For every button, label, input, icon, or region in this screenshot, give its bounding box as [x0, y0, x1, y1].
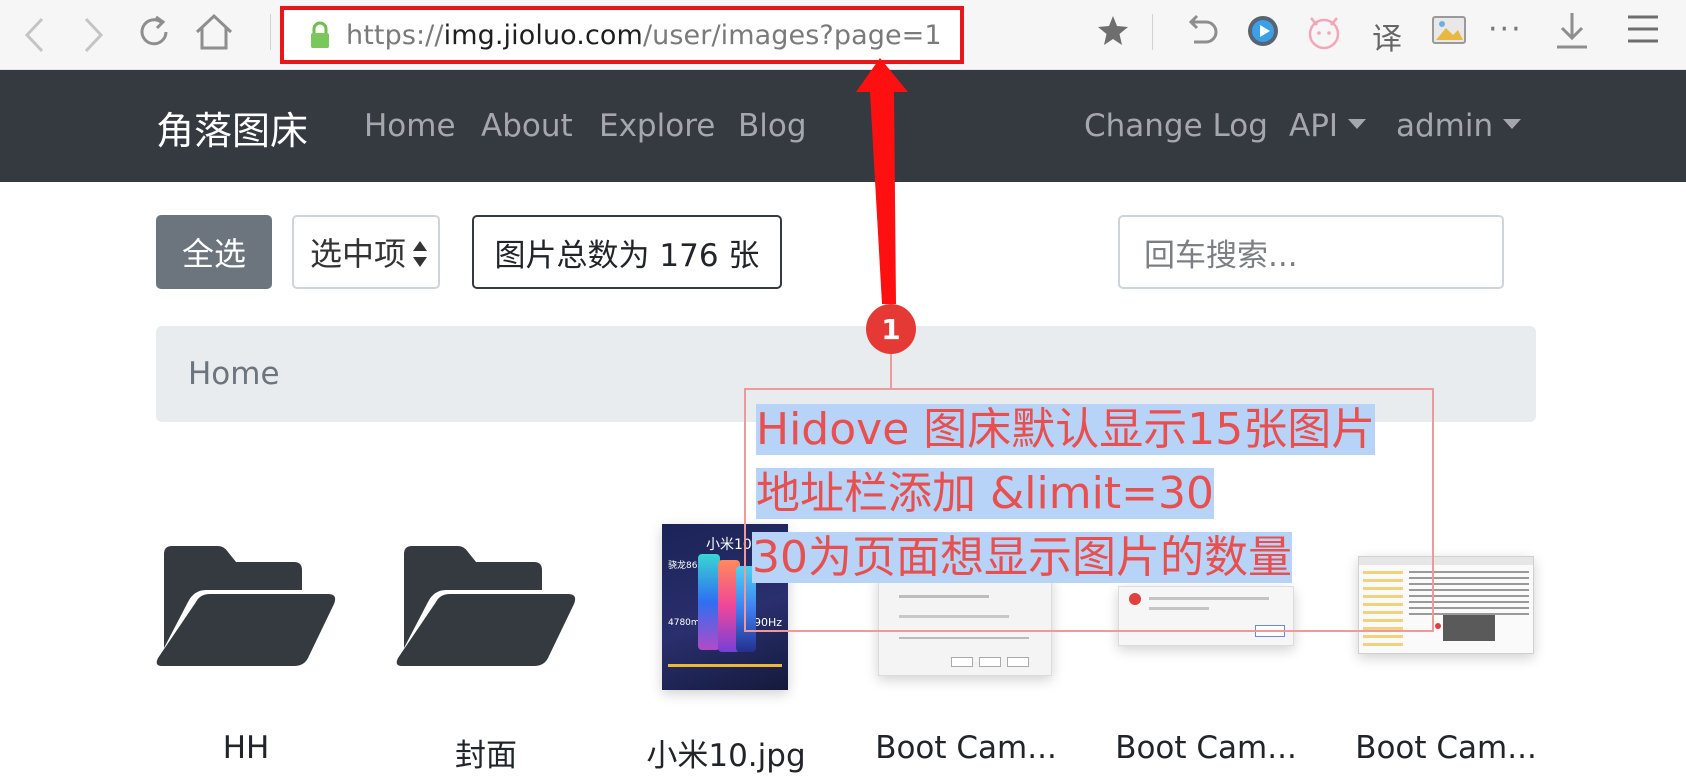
annotation-line-3: 30为页面想显示图片的数量	[752, 528, 1292, 588]
annotation-marker: 1	[866, 304, 916, 354]
page: https://img.jioluo.com/user/images?page=…	[0, 0, 1686, 784]
annotation-line-3-text: 30为页面想显示图片的数量	[752, 532, 1292, 583]
annotation-line-2-text: 地址栏添加 &limit=30	[756, 468, 1214, 519]
annotation-line-1: Hidove 图床默认显示15张图片	[756, 400, 1376, 460]
annotation-line-2: 地址栏添加 &limit=30	[756, 464, 1214, 524]
annotation-line-1-text: Hidove 图床默认显示15张图片	[756, 404, 1376, 455]
annotation-connector	[890, 354, 892, 388]
